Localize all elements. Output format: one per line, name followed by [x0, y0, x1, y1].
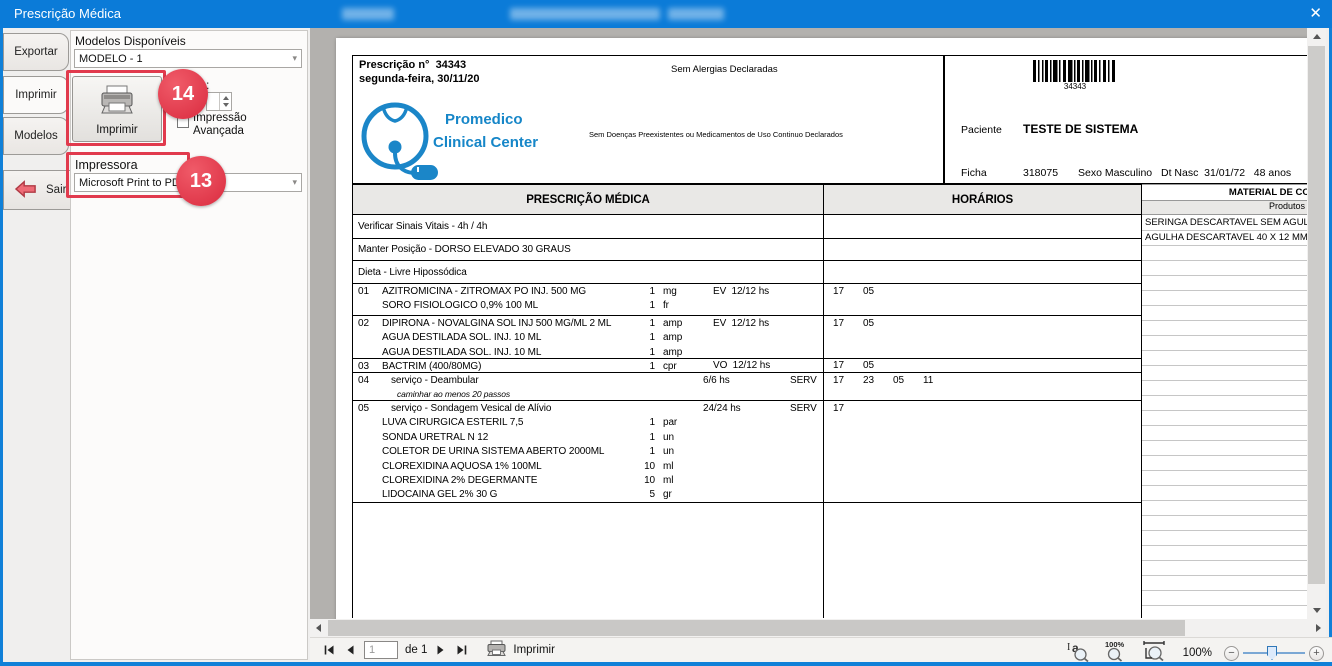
highlight-rect-printer	[66, 152, 190, 198]
rx-item-group: 6/6 hs SERV 04serviço - Deambular caminh…	[353, 372, 824, 400]
horizontal-scroll-thumb[interactable]	[328, 620, 1185, 636]
page-count-label: de 1	[405, 644, 427, 656]
col-header-schedule: HORÁRIOS	[824, 185, 1141, 214]
rx-item-group: EV 12/12 hs 01AZITROMICINA - ZITROMAX PO…	[353, 283, 824, 315]
horizontal-scrollbar[interactable]	[310, 619, 1326, 637]
prescription-date: segunda-feira, 30/11/20	[359, 73, 479, 85]
advanced-print-label: Impressão Avançada	[193, 112, 247, 138]
zoom-slider-track[interactable]	[1243, 652, 1305, 654]
exit-arrow-icon	[14, 179, 38, 202]
copies-stepper[interactable]	[206, 92, 232, 111]
toolbar-print-button[interactable]: Imprimir	[486, 640, 555, 660]
prescription-header-box: Prescrição n° 34343 segunda-feira, 30/11…	[352, 55, 944, 184]
vertical-scroll-thumb[interactable]	[1308, 46, 1325, 584]
app-window: Prescrição Médica ✕ Exportar Imprimir Mo…	[0, 0, 1332, 666]
print-preview-area[interactable]: Prescrição n° 34343 segunda-feira, 30/11…	[310, 28, 1307, 619]
schedule-cell	[824, 260, 1141, 283]
blurred-title-segment	[342, 8, 394, 20]
highlight-rect-print	[66, 70, 166, 146]
page-number-input[interactable]: 1	[364, 641, 398, 659]
zoom-slider-thumb[interactable]	[1267, 646, 1277, 660]
zoom-slider[interactable]: − +	[1224, 646, 1324, 661]
next-page-button[interactable]	[434, 641, 448, 659]
zoom-out-icon[interactable]: −	[1224, 646, 1239, 661]
material-rows: SERINGA DESCARTAVEL SEM AGULHA AGULHA DE…	[1142, 216, 1307, 619]
close-icon[interactable]: ✕	[1309, 4, 1322, 22]
schedule-cell	[824, 238, 1141, 260]
step-badge-14: 14	[158, 69, 208, 119]
preview-toolbar: 1 de 1 Imprimir I a	[310, 637, 1332, 662]
patient-info-box: 34343 PacienteTESTE DE SISTEMA Ficha3180…	[944, 55, 1307, 184]
empty-row	[353, 502, 824, 618]
rx-item-group: VO 12/12 hs 03BACTRIM (400/80MG)1cpr	[353, 358, 824, 372]
patient-row: PacienteTESTE DE SISTEMA	[961, 122, 1291, 137]
schedule-cell: 1705	[824, 315, 1141, 358]
zoom-100-icon[interactable]: 100%	[1103, 639, 1129, 666]
schedule-cell: 1705	[824, 283, 1141, 315]
scroll-left-icon[interactable]	[310, 619, 326, 637]
scroll-right-icon[interactable]	[1310, 619, 1326, 637]
rx-item-group: 24/24 hs SERV 05serviço - Sondagem Vesic…	[353, 400, 824, 502]
printer-icon	[486, 640, 507, 660]
tab-modelos[interactable]: Modelos	[3, 117, 69, 155]
zoom-percentage: 100%	[1183, 647, 1212, 659]
last-page-button[interactable]	[455, 641, 469, 659]
tab-imprimir[interactable]: Imprimir	[3, 76, 69, 114]
window-title: Prescrição Médica	[14, 6, 121, 21]
stepper-arrows[interactable]	[219, 93, 231, 110]
rx-item-group: EV 12/12 hs 02DIPIRONA - NOVALGINA SOL I…	[353, 315, 824, 358]
conditions-note: Sem Doenças Preexistentes ou Medicamento…	[589, 130, 843, 139]
schedule-cell	[824, 214, 1141, 238]
blurred-title-segment	[510, 8, 660, 20]
material-row: AGULHA DESCARTAVEL 40 X 12 MM	[1142, 231, 1307, 246]
schedule-cell	[824, 502, 1141, 618]
models-label: Modelos Disponíveis	[75, 34, 186, 48]
material-row: SERINGA DESCARTAVEL SEM AGULHA	[1142, 216, 1307, 231]
svg-text:I: I	[1067, 642, 1070, 653]
scroll-up-icon[interactable]	[1307, 28, 1326, 45]
title-bar: Prescrição Médica ✕	[0, 0, 1332, 28]
brand-subname: Clinical Center	[433, 134, 538, 151]
exit-label: Sair	[46, 184, 66, 196]
first-page-button[interactable]	[322, 641, 336, 659]
general-order-row: Dieta - Livre Hipossódica	[353, 260, 824, 283]
blurred-title-segment	[668, 8, 724, 20]
general-order-row: Manter Posição - DORSO ELEVADO 30 GRAUS	[353, 238, 824, 260]
barcode-number: 34343	[1033, 82, 1117, 91]
patient-row: Ficha318075Sexo MasculinoDt Nasc 31/01/7…	[961, 166, 1291, 180]
schedule-cell: 17	[824, 400, 1141, 502]
prescription-table: PRESCRIÇÃO MÉDICA HORÁRIOS Verificar Sin…	[352, 184, 1142, 618]
col-header-material: MATERIAL DE CONSUMO	[1142, 185, 1307, 201]
clinic-logo-icon	[355, 92, 441, 189]
scroll-down-icon[interactable]	[1307, 602, 1326, 619]
prescription-number: Prescrição n° 34343	[359, 59, 466, 71]
vertical-scrollbar[interactable]	[1307, 28, 1326, 619]
text-zoom-icon[interactable]: I a	[1066, 639, 1091, 666]
brand-name: Promedico	[445, 111, 523, 128]
previous-page-button[interactable]	[343, 641, 357, 659]
fit-width-icon[interactable]	[1141, 639, 1171, 666]
tab-exportar[interactable]: Exportar	[3, 33, 69, 71]
step-badge-13: 13	[176, 156, 226, 206]
models-dropdown[interactable]: MODELO - 1 ▾	[74, 49, 302, 68]
material-column: MATERIAL DE CONSUMO Produtos SERINGA DES…	[1142, 184, 1307, 619]
svg-text:100%: 100%	[1105, 640, 1125, 649]
chevron-down-icon: ▾	[292, 177, 297, 188]
chevron-down-icon: ▾	[292, 53, 297, 64]
schedule-cell: 17230511	[824, 372, 1141, 400]
schedule-cell: 1705	[824, 358, 1141, 372]
col-header-products: Produtos	[1142, 201, 1307, 215]
zoom-in-icon[interactable]: +	[1309, 646, 1324, 661]
prescription-page: Prescrição n° 34343 segunda-feira, 30/11…	[336, 38, 1307, 619]
general-order-row: Verificar Sinais Vitais - 4h / 4h	[353, 214, 824, 238]
allergies-note: Sem Alergias Declaradas	[671, 64, 778, 75]
col-header-prescription: PRESCRIÇÃO MÉDICA	[353, 185, 824, 214]
